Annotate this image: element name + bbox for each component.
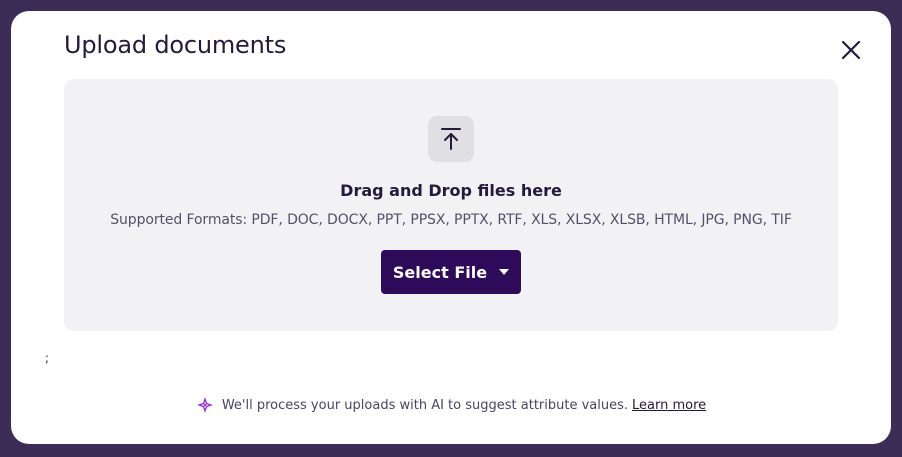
select-file-label: Select File (392, 262, 488, 282)
ai-sparkle-icon (196, 397, 213, 413)
modal-title: Upload documents (64, 31, 287, 59)
upload-icon-container (428, 116, 474, 162)
stray-text: ; (45, 351, 50, 365)
supported-formats: Supported Formats: PDF, DOC, DOCX, PPT, … (110, 212, 792, 228)
file-dropzone[interactable]: Drag and Drop files here Supported Forma… (64, 79, 838, 331)
upload-icon (441, 128, 461, 150)
select-file-button[interactable]: Select File (381, 250, 521, 294)
ai-notice: We'll process your uploads with AI to su… (11, 396, 891, 414)
learn-more-link[interactable]: Learn more (632, 398, 706, 413)
close-button[interactable] (837, 36, 865, 64)
close-icon (841, 40, 861, 60)
ai-notice-message: We'll process your uploads with AI to su… (221, 397, 629, 413)
upload-modal: Upload documents Drag and Drop files her… (11, 11, 891, 444)
caret-down-icon (499, 269, 510, 275)
dropzone-title: Drag and Drop files here (340, 181, 562, 200)
